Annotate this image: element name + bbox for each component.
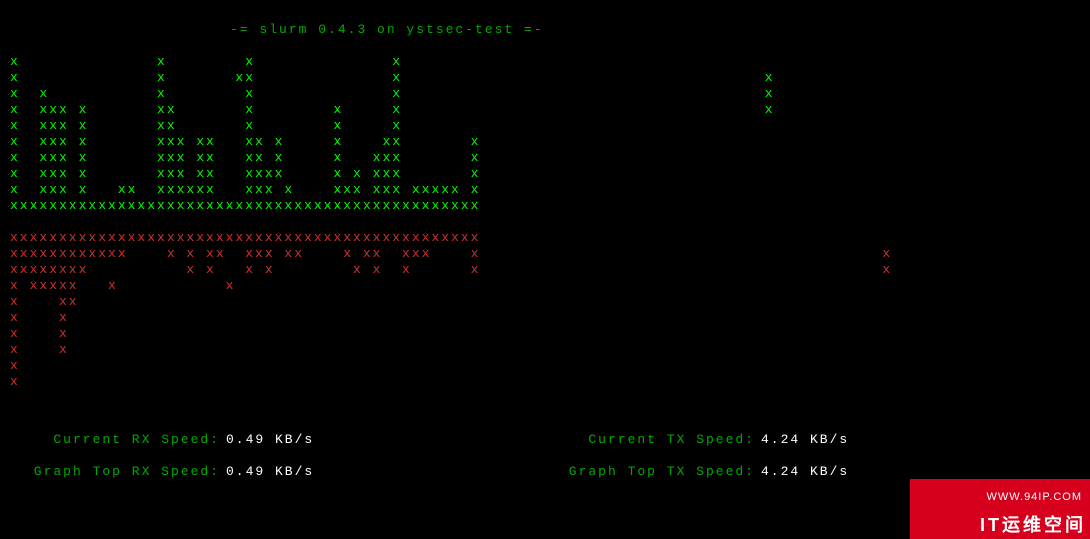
tx-row: x x — [10, 342, 1080, 358]
tx-row: x — [10, 358, 1080, 374]
rx-row: x xxx x xxx xx xx x x xxx x — [10, 150, 1080, 166]
rx-row: x x x x x x — [10, 86, 1080, 102]
watermark-text: IT运维空间 — [980, 517, 1086, 533]
tx-graph: xxxxxxxxxxxxxxxxxxxxxxxxxxxxxxxxxxxxxxxx… — [10, 230, 1080, 390]
rx-row: xxxxxxxxxxxxxxxxxxxxxxxxxxxxxxxxxxxxxxxx… — [10, 198, 1080, 214]
tx-row: xxxxxxxxxxxxxxxxxxxxxxxxxxxxxxxxxxxxxxxx… — [10, 230, 1080, 246]
rx-row: x xxx x xxx xx xxxx x x xxx x — [10, 166, 1080, 182]
tx-current-value: 4.24 KB/s — [755, 432, 849, 448]
tx-row: xxxxxxxx x x x x x x x x x — [10, 262, 1080, 278]
tx-row: x x — [10, 310, 1080, 326]
tx-row: x xxxxx x x — [10, 278, 1080, 294]
tx-row: x x — [10, 326, 1080, 342]
rx-current-value: 0.49 KB/s — [220, 432, 314, 448]
tx-top-value: 4.24 KB/s — [755, 464, 849, 480]
stats-row-1: Current RX Speed: 0.49 KB/s Current TX S… — [10, 432, 1080, 448]
rx-top-value: 0.49 KB/s — [220, 464, 314, 480]
rx-row: x xxx x xx x x x x — [10, 102, 1080, 118]
rx-graph: x x x xx x xx x xx x x x x xx x — [10, 54, 1080, 214]
stats-row-2: Graph Top RX Speed: 0.49 KB/s Graph Top … — [10, 464, 1080, 480]
rx-row: x xxx x xxx xx xx x x xx x — [10, 134, 1080, 150]
tx-row: x — [10, 374, 1080, 390]
rx-row: x xxx x xx x x x — [10, 118, 1080, 134]
rx-current-label: Current RX Speed: — [10, 432, 220, 448]
terminal: -= slurm 0.4.3 on ystsec-test =- x x x x… — [0, 0, 1090, 502]
rx-row: x x x x — [10, 54, 1080, 70]
tx-row: xxxxxxxxxxxx x x xx xxx xx x xx xxx x x — [10, 246, 1080, 262]
tx-current-label: Current TX Speed: — [545, 432, 755, 448]
tx-row: x xx — [10, 294, 1080, 310]
rx-row: x x xx x x — [10, 70, 1080, 86]
rx-row: x xxx x xx xxxxxx xxx x xxx xxx xxxxx x — [10, 182, 1080, 198]
rx-top-label: Graph Top RX Speed: — [10, 464, 220, 480]
tx-top-label: Graph Top TX Speed: — [545, 464, 755, 480]
app-header: -= slurm 0.4.3 on ystsec-test =- — [10, 22, 1080, 38]
